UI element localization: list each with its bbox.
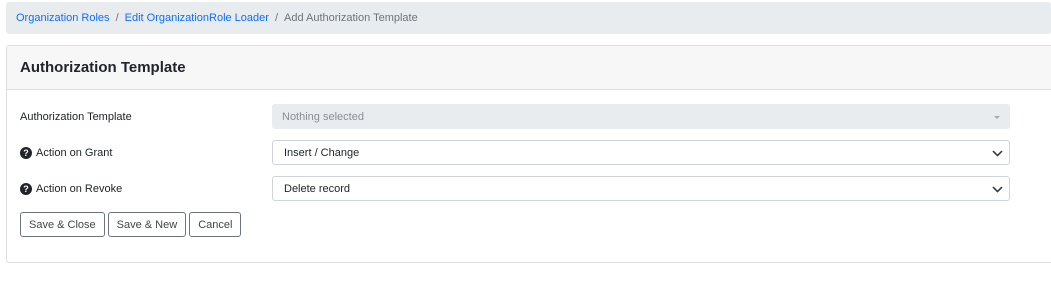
breadcrumb: Organization Roles / Edit OrganizationRo… — [6, 2, 1051, 34]
cancel-button[interactable]: Cancel — [189, 212, 242, 237]
template-row: Authorization Template Nothing selected — [20, 104, 1020, 129]
grant-select[interactable]: Insert / Change — [272, 140, 1010, 165]
grant-row: ? Action on Grant Insert / Change — [20, 140, 1020, 165]
question-circle-icon[interactable]: ? — [20, 182, 32, 195]
save-close-button[interactable]: Save & Close — [20, 212, 105, 237]
revoke-select-value: Delete record — [284, 182, 351, 195]
save-new-button[interactable]: Save & New — [107, 212, 187, 237]
revoke-label: Action on Revoke — [36, 182, 123, 195]
breadcrumb-separator: / — [274, 12, 278, 24]
breadcrumb-link-organization-roles[interactable]: Organization Roles — [16, 12, 110, 24]
breadcrumb-current: Add Authorization Template — [284, 12, 418, 24]
template-select-placeholder: Nothing selected — [282, 110, 364, 123]
chevron-down-icon — [992, 186, 1003, 193]
chevron-down-icon — [992, 150, 1003, 157]
grant-label-wrap: ? Action on Grant — [20, 146, 272, 159]
caret-down-icon — [994, 116, 1000, 119]
grant-select-value: Insert / Change — [284, 146, 360, 159]
grant-label: Action on Grant — [36, 146, 113, 159]
revoke-select[interactable]: Delete record — [272, 176, 1010, 201]
breadcrumb-separator: / — [115, 12, 119, 24]
card-header: Authorization Template — [7, 46, 1051, 90]
revoke-row: ? Action on Revoke Delete record — [20, 176, 1020, 201]
template-label: Authorization Template — [20, 110, 132, 123]
card-title: Authorization Template — [20, 59, 186, 76]
revoke-label-wrap: ? Action on Revoke — [20, 182, 272, 195]
template-select[interactable]: Nothing selected — [272, 104, 1010, 129]
authorization-template-card: Authorization Template Authorization Tem… — [6, 45, 1051, 263]
breadcrumb-link-edit-organizationrole[interactable]: Edit OrganizationRole Loader — [125, 12, 269, 24]
question-circle-icon[interactable]: ? — [20, 146, 32, 159]
form-buttons: Save & Close Save & New Cancel — [20, 212, 242, 237]
